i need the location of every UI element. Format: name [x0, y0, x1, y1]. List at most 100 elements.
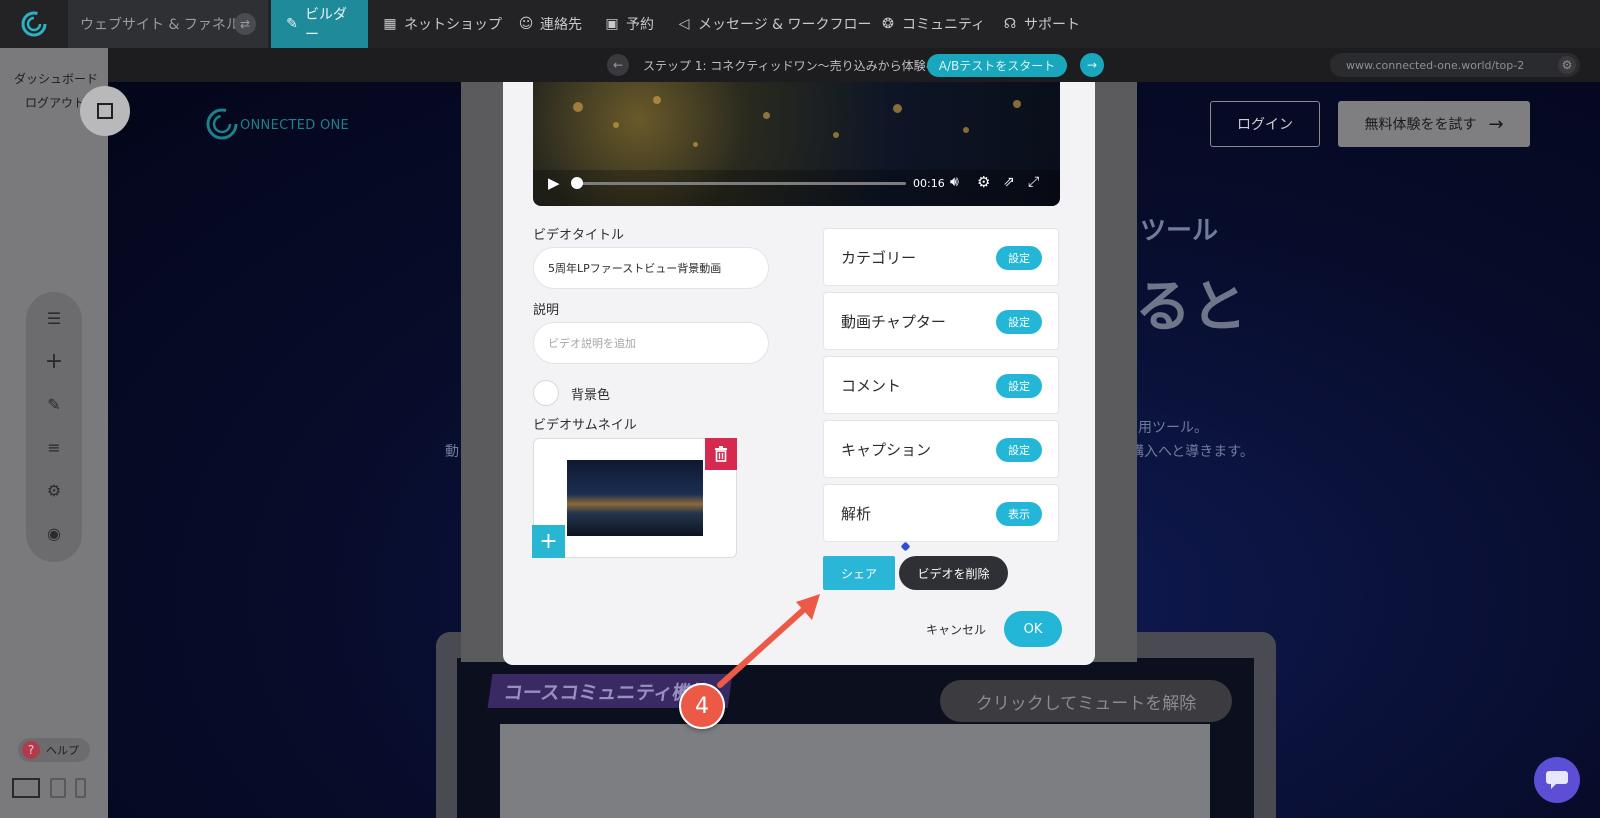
hero-body-line-1: 用ツール。: [1138, 420, 1208, 436]
share-button[interactable]: シェア: [823, 556, 895, 590]
mobile-view-icon[interactable]: [75, 778, 86, 798]
setting-row-category: カテゴリー 設定: [823, 228, 1059, 286]
prev-step-button[interactable]: ←: [607, 54, 629, 76]
help-button[interactable]: ? ヘルプ: [18, 738, 90, 762]
video-title-label: ビデオタイトル: [533, 228, 625, 243]
nav-label: ビルダー: [305, 7, 347, 43]
ab-test-button[interactable]: A/Bテストをスタート: [927, 54, 1067, 77]
swap-icon[interactable]: ⇄: [234, 13, 256, 35]
setting-row-chapters: 動画チャプター 設定: [823, 292, 1059, 350]
delete-thumbnail-button[interactable]: [705, 438, 737, 470]
website-funnel-tab[interactable]: ウェブサイト & ファネル ⇄: [68, 0, 268, 48]
setting-label: 解析: [841, 505, 872, 523]
desktop-view-icon[interactable]: [12, 778, 40, 798]
logo-icon: [21, 11, 47, 37]
settings-gear-icon[interactable]: ⚙: [1558, 56, 1576, 74]
website-funnel-label: ウェブサイト & ファネル: [80, 17, 240, 33]
gear-icon[interactable]: ⚙: [977, 173, 990, 191]
nav-item-shop[interactable]: ▦ ネットショップ: [382, 0, 502, 48]
video-title-value: 5周年LPファーストビュー背景動画: [548, 262, 722, 275]
nav-item-builder[interactable]: ✎ ビルダー: [271, 0, 368, 48]
arrow-right-icon: →: [1488, 113, 1504, 135]
page-url[interactable]: www.connected-one.world/top-2: [1330, 53, 1580, 77]
add-icon[interactable]: +: [26, 341, 82, 381]
brush-icon: ✎: [286, 16, 298, 32]
site-trial-button[interactable]: 無料体験をを試す →: [1338, 101, 1530, 147]
nav-item-booking[interactable]: ▣ 予約: [604, 0, 654, 48]
comments-settings-button[interactable]: 設定: [996, 374, 1042, 398]
eye-icon[interactable]: ◉: [26, 513, 82, 553]
hero-headline-fragment: ツール: [1140, 216, 1219, 246]
logout-link[interactable]: ログアウト: [25, 94, 85, 111]
unmute-button[interactable]: クリックしてミュートを解除: [940, 680, 1232, 722]
top-nav: ウェブサイト & ファネル ⇄ ✎ ビルダー ▦ ネットショップ ☺ 連絡先 ▣…: [0, 0, 1600, 48]
chat-widget-button[interactable]: [1534, 757, 1580, 803]
app-logo[interactable]: [0, 0, 68, 48]
setting-row-comments: コメント 設定: [823, 356, 1059, 414]
captions-settings-button[interactable]: 設定: [996, 438, 1042, 462]
headset-icon: ☊: [1003, 16, 1017, 32]
hero-body-line-2: 購入へと導きます。: [1130, 444, 1254, 460]
megaphone-icon: ◁: [678, 16, 690, 32]
store-icon: ▦: [383, 16, 397, 32]
nav-label: コミュニティ: [902, 17, 986, 33]
nav-item-community[interactable]: ❂ コミュニティ: [880, 0, 985, 48]
nav-item-messages[interactable]: ◁ メッセージ & ワークフロー: [676, 0, 872, 48]
chapters-settings-button[interactable]: 設定: [996, 310, 1042, 334]
cancel-button[interactable]: キャンセル: [920, 619, 992, 639]
dashboard-link[interactable]: ダッシュボード: [14, 70, 98, 87]
tool-palette: ☰ + ✎ ≡ ⚙ ◉: [26, 292, 82, 562]
thumbnail-image: [567, 460, 703, 536]
tablet-view-icon[interactable]: [50, 778, 66, 798]
site-login-button[interactable]: ログイン: [1210, 101, 1320, 147]
step-number-badge: 4: [679, 683, 725, 729]
trash-icon: [715, 446, 727, 462]
category-settings-button[interactable]: 設定: [996, 246, 1042, 270]
analytics-view-button[interactable]: 表示: [996, 502, 1042, 526]
nav-item-contacts[interactable]: ☺ 連絡先: [518, 0, 582, 48]
hero-headline-fragment-2: ると: [1135, 275, 1247, 340]
nav-label: メッセージ & ワークフロー: [698, 17, 872, 33]
description-placeholder: ビデオ説明を追加: [548, 337, 636, 350]
nav-label: サポート: [1024, 17, 1080, 33]
delete-video-button[interactable]: ビデオを削除: [899, 556, 1008, 590]
setting-label: カテゴリー: [841, 249, 917, 267]
site-trial-label: 無料体験をを試す: [1364, 117, 1477, 133]
calendar-icon: ▣: [605, 16, 619, 32]
annotation-arrow: [717, 594, 820, 688]
description-input[interactable]: ビデオ説明を追加: [533, 322, 769, 364]
page-url-text: www.connected-one.world/top-2: [1346, 58, 1525, 72]
filter-icon[interactable]: ≡: [26, 427, 82, 467]
volume-icon[interactable]: 🔊︎: [950, 174, 959, 190]
fullscreen-icon[interactable]: ⤢: [1028, 174, 1039, 190]
laptop-preview: [500, 724, 1210, 818]
setting-label: キャプション: [841, 441, 932, 459]
brush-icon[interactable]: ✎: [26, 384, 82, 424]
ok-button[interactable]: OK: [1004, 611, 1062, 647]
help-label: ヘルプ: [46, 744, 79, 757]
site-logo-text: ONNECTED ONE: [240, 118, 350, 133]
contacts-icon: ☺: [518, 16, 534, 32]
setting-row-analytics: 解析 表示: [823, 484, 1059, 542]
video-title-input[interactable]: 5周年LPファーストビュー背景動画: [533, 247, 769, 289]
add-thumbnail-button[interactable]: +: [532, 525, 565, 558]
setting-label: 動画チャプター: [841, 313, 946, 331]
background-color-label: 背景色: [571, 388, 611, 403]
nav-item-support[interactable]: ☊ サポート: [1002, 0, 1080, 48]
description-label: 説明: [533, 303, 560, 318]
site-logo-icon: [205, 107, 239, 145]
external-link-icon[interactable]: ⇗: [1003, 174, 1015, 190]
hero-body-left: 動: [445, 444, 459, 460]
video-time: 00:16: [913, 177, 945, 190]
background-color-swatch[interactable]: [533, 380, 559, 406]
play-icon[interactable]: ▶: [548, 174, 560, 192]
video-progress-knob[interactable]: [571, 177, 583, 189]
video-progress-bar[interactable]: [576, 182, 906, 185]
gear-icon[interactable]: ⚙: [26, 470, 82, 510]
menu-icon[interactable]: ☰: [26, 298, 82, 338]
stop-button[interactable]: [80, 86, 130, 136]
nav-label: 連絡先: [540, 17, 582, 33]
nav-label: 予約: [626, 17, 654, 33]
next-step-button[interactable]: →: [1080, 53, 1104, 77]
plus-icon: +: [539, 529, 558, 554]
